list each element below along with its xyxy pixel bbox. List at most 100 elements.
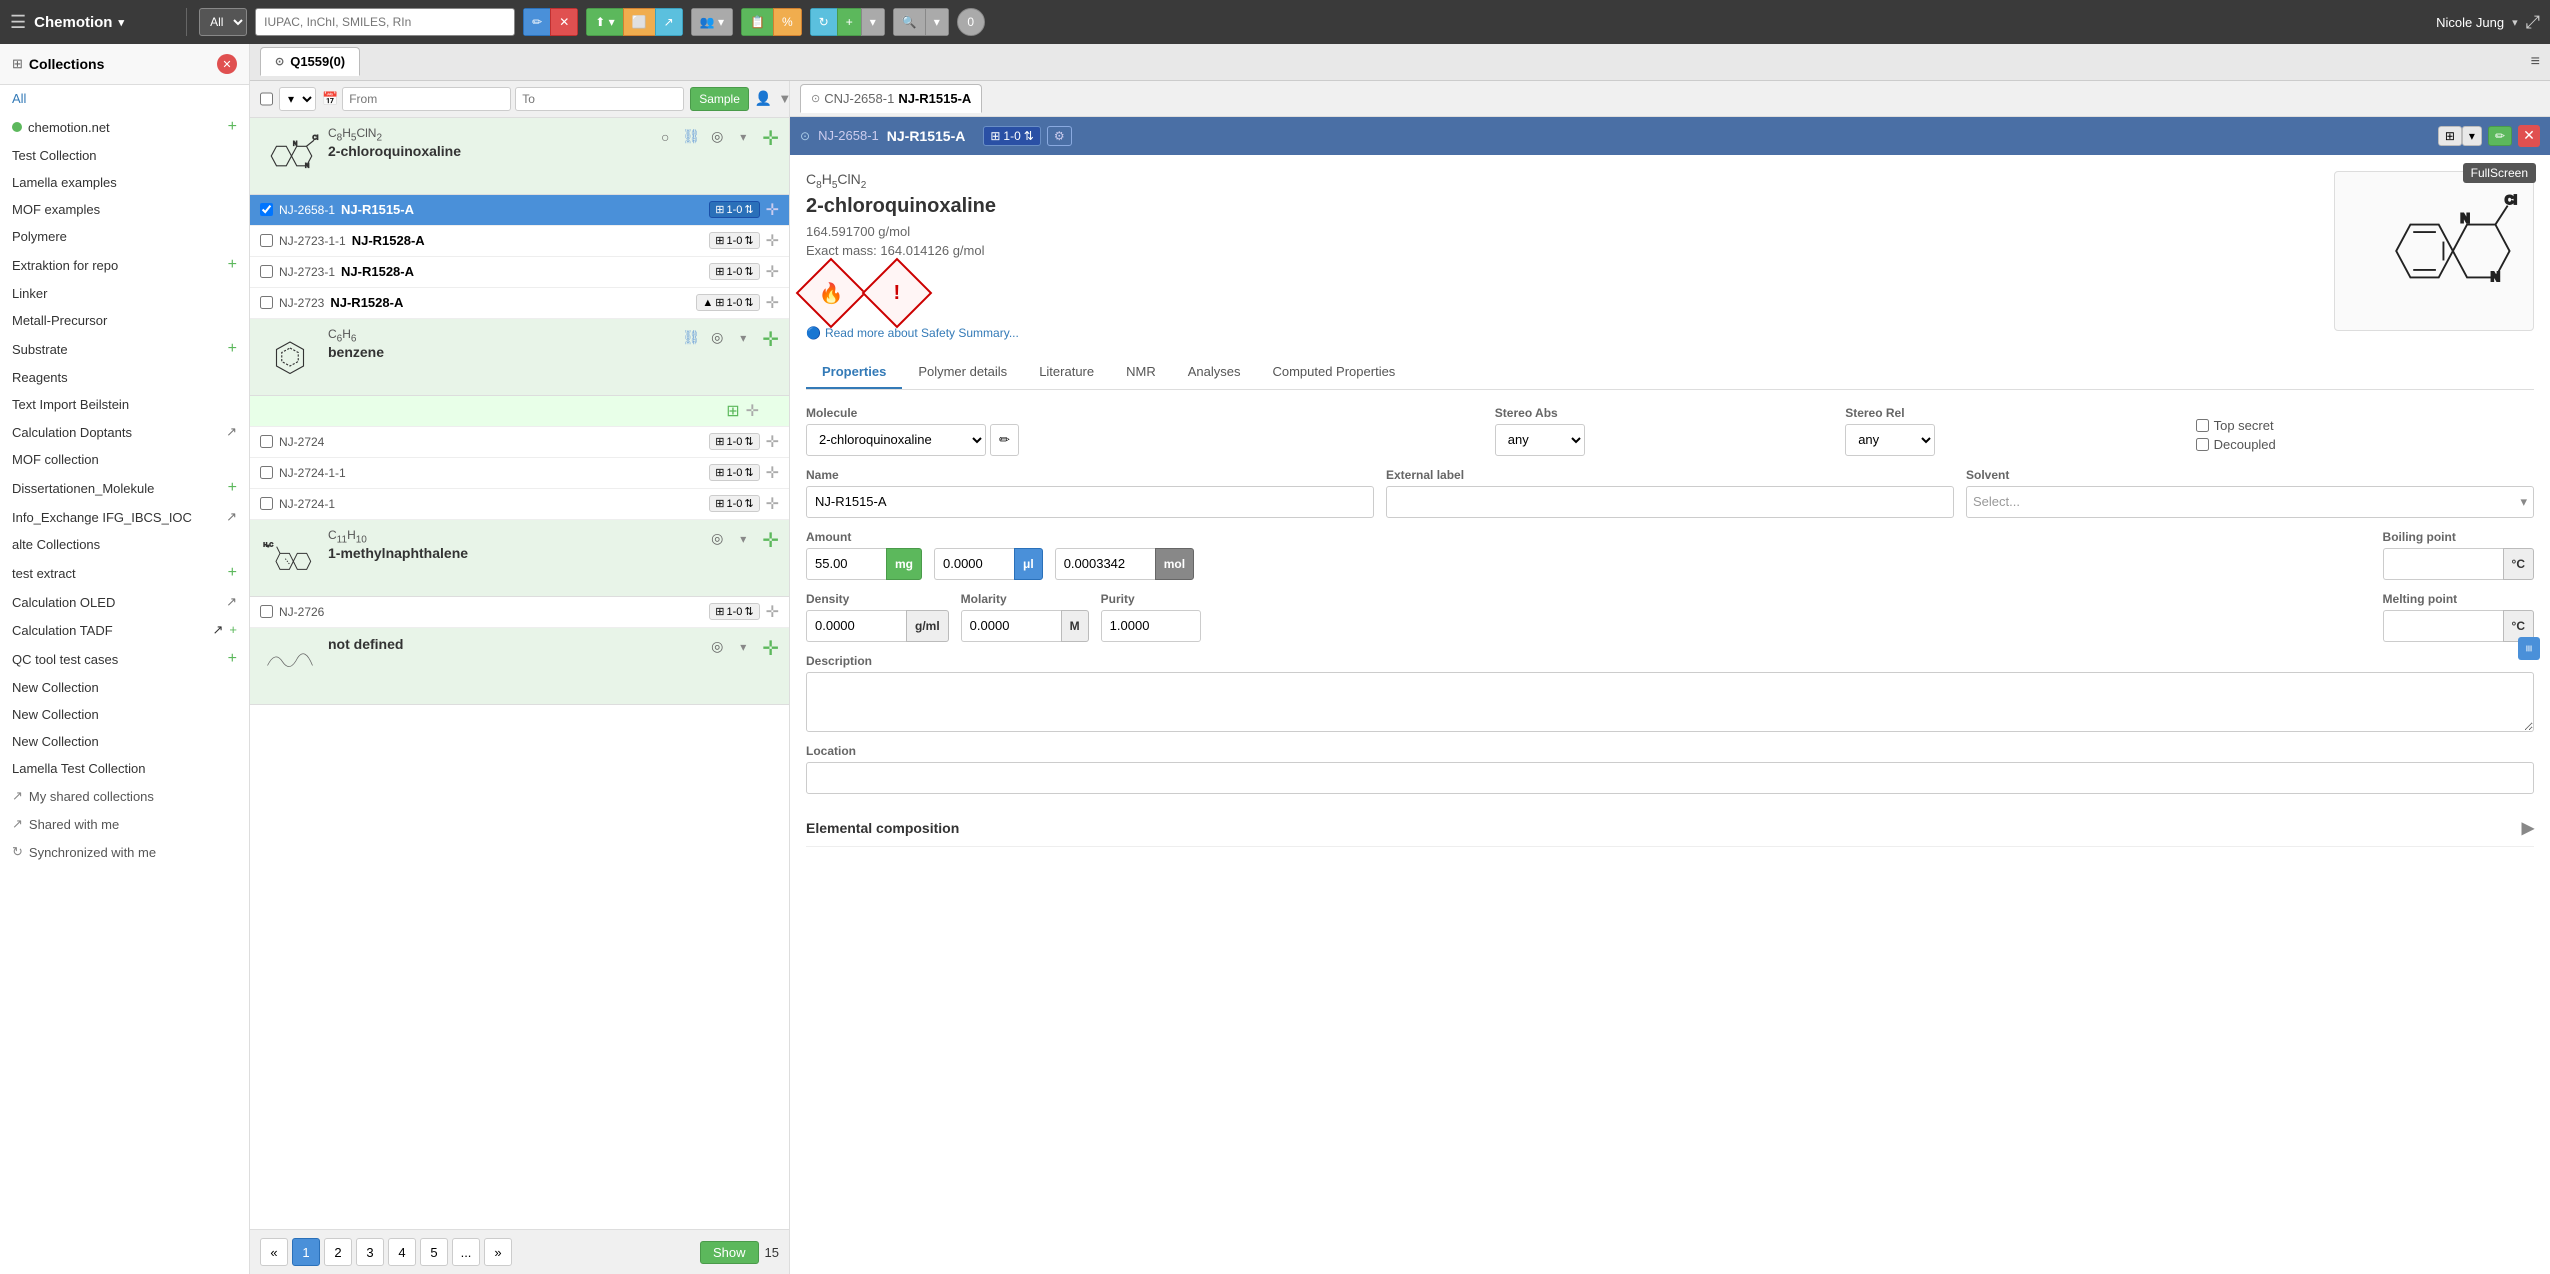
amount-ul-input[interactable] [934,548,1014,580]
row-checkbox-nj2723-1-1[interactable] [260,234,273,247]
sample-row-nj2724-1-1[interactable]: NJ-2724-1-1 ⊞ 1-0 ⇅ ✛ [250,458,789,489]
sidebar-item-new2[interactable]: New Collection [0,701,249,728]
row-checkbox-nj2724-1[interactable] [260,497,273,510]
solvent-select-container[interactable]: Select... ▾ [1966,486,2534,518]
tab-settings-btn[interactable]: ≡ [2531,53,2540,71]
page-btn-3[interactable]: 3 [356,1238,384,1266]
from-date-input[interactable] [342,87,511,111]
sidebar-item-metall[interactable]: Metall-Precursor [0,307,249,334]
import-button[interactable]: ⬆ ▾ [586,8,622,36]
sidebar-item-linker[interactable]: Linker [0,280,249,307]
percent-button[interactable]: % [773,8,802,36]
amount-mg-input[interactable] [806,548,886,580]
users-button[interactable]: 👥 ▾ [691,8,733,36]
sidebar-share-calc-dop[interactable]: ↗ [226,424,237,440]
outer-tab[interactable]: ⊙ CNJ-2658-1 NJ-R1515-A [800,84,982,113]
sidebar-share-info[interactable]: ↗ [226,509,237,525]
zoom-dropdown[interactable]: ▾ [925,8,949,36]
add-sample-cross-benzene[interactable]: ✛ [762,327,779,352]
action-circle-1[interactable]: ○ [654,126,676,148]
sidebar-share-oled[interactable]: ↗ [226,594,237,610]
sidebar-all[interactable]: All [0,85,249,112]
melting-input[interactable] [2383,610,2503,642]
sidebar-item-chemotion[interactable]: chemotion.net + [0,112,249,142]
sync-button[interactable]: ↻ [810,8,837,36]
top-secret-checkbox-label[interactable]: Top secret [2196,418,2534,433]
drag-handle-nj2723-1-1[interactable]: ✛ [766,231,779,251]
external-input[interactable] [1386,486,1954,518]
view-dropdown-btn[interactable]: ▾ [2462,126,2482,146]
action-chevron-methyl[interactable]: ▾ [732,528,754,550]
name-input[interactable] [806,486,1374,518]
to-date-input[interactable] [515,87,684,111]
user-dropdown-icon[interactable]: ▾ [2512,16,2518,29]
detail-close-btn[interactable]: ✕ [2518,125,2540,147]
add-sample-cross-1[interactable]: ✛ [762,126,779,151]
row-checkbox-nj2724[interactable] [260,435,273,448]
sidebar-item-test[interactable]: Test Collection [0,142,249,169]
top-secret-checkbox[interactable] [2196,419,2209,432]
row-checkbox-nj2723-1[interactable] [260,265,273,278]
sidebar-plus-dissertationen[interactable]: + [228,479,237,497]
clipboard-button[interactable]: ⬜ [623,8,655,36]
purity-input[interactable] [1101,610,1201,642]
table-icon-benzene[interactable]: ⊞ [726,401,739,421]
sidebar-item-test-extract[interactable]: test extract + [0,558,249,588]
user-filter-icon[interactable]: 👤 [755,90,772,107]
user-name[interactable]: Nicole Jung [2436,15,2504,30]
sidebar-share-tadf[interactable]: ↗ [213,622,224,638]
drag-handle-nj2658[interactable]: ✛ [766,200,779,220]
sample-row-nj2724[interactable]: NJ-2724 ⊞ 1-0 ⇅ ✛ [250,427,789,458]
zoom-button[interactable]: 🔍 [893,8,925,36]
molarity-input[interactable] [961,610,1061,642]
sidebar-item-reagents[interactable]: Reagents [0,364,249,391]
sample-row-nj2724-1[interactable]: NJ-2724-1 ⊞ 1-0 ⇅ ✛ [250,489,789,520]
detail-edit-btn[interactable]: ✏ [2488,126,2512,146]
stereo-abs-select[interactable]: any [1495,424,1585,456]
drag-handle-nj2723-1[interactable]: ✛ [766,262,779,282]
sidebar-item-info-exchange[interactable]: Info_Exchange IFG_IBCS_IOC ↗ [0,503,249,531]
sidebar-item-lamella-ex[interactable]: Lamella examples [0,169,249,196]
action-chevron-1[interactable]: ▾ [732,126,754,148]
detail-tab-computed[interactable]: Computed Properties [1256,356,1411,389]
sidebar-sync-with-me[interactable]: ↻ Synchronized with me [0,838,249,866]
brand-dropdown-icon[interactable]: ▾ [118,16,124,29]
action-link-1[interactable]: ⛓ [680,126,702,148]
page-btn-5[interactable]: 5 [420,1238,448,1266]
sidebar-item-qc[interactable]: QC tool test cases + [0,644,249,674]
sidebar-item-alte[interactable]: alte Collections [0,531,249,558]
page-prev-btn[interactable]: « [260,1238,288,1266]
detail-tab-properties[interactable]: Properties [806,356,902,389]
select-all-checkbox[interactable] [260,91,273,107]
action-chevron-undef[interactable]: ▾ [732,636,754,658]
sidebar-item-text-import[interactable]: Text Import Beilstein [0,391,249,418]
detail-settings-btn[interactable]: ⚙ [1047,126,1072,146]
detail-tab-polymer[interactable]: Polymer details [902,356,1023,389]
safety-link[interactable]: 🔵 Read more about Safety Summary... [806,326,2318,340]
drag-handle-nj2726[interactable]: ✛ [766,602,779,622]
decoupled-checkbox[interactable] [2196,438,2209,451]
badge-btn[interactable]: 0 [957,8,985,36]
density-input[interactable] [806,610,906,642]
sidebar-item-extraktion[interactable]: Extraktion for repo + [0,250,249,280]
sample-row-nj2723-1-1[interactable]: NJ-2723-1-1 NJ-R1528-A ⊞ 1-0 ⇅ ✛ [250,226,789,257]
stereo-rel-select[interactable]: any [1845,424,1935,456]
detail-tab-literature[interactable]: Literature [1023,356,1110,389]
sample-row-benzene-table[interactable]: ⊞ ✛ [250,396,789,427]
action-circle-methyl[interactable]: ◎ [706,528,728,550]
sidebar-item-new1[interactable]: New Collection [0,674,249,701]
sidebar-item-new3[interactable]: New Collection [0,728,249,755]
search-scope-select[interactable]: All [199,8,247,36]
more-button[interactable]: ▾ [861,8,885,36]
sidebar-close-btn[interactable]: ✕ [217,54,237,74]
row-checkbox-nj2724-1-1[interactable] [260,466,273,479]
drag-handle-nj2724-1-1[interactable]: ✛ [766,463,779,483]
amount-mol-input[interactable] [1055,548,1155,580]
molecule-edit-btn[interactable]: ✏ [990,424,1019,456]
sidebar-item-polymere[interactable]: Polymere [0,223,249,250]
sidebar-shared-with-me[interactable]: ↗ Shared with me [0,810,249,838]
action-circle-undef[interactable]: ◎ [706,636,728,658]
notes-btn[interactable]: ≡ [2518,637,2540,660]
sample-row-nj2723-1[interactable]: NJ-2723-1 NJ-R1528-A ⊞ 1-0 ⇅ ✛ [250,257,789,288]
page-btn-1[interactable]: 1 [292,1238,320,1266]
